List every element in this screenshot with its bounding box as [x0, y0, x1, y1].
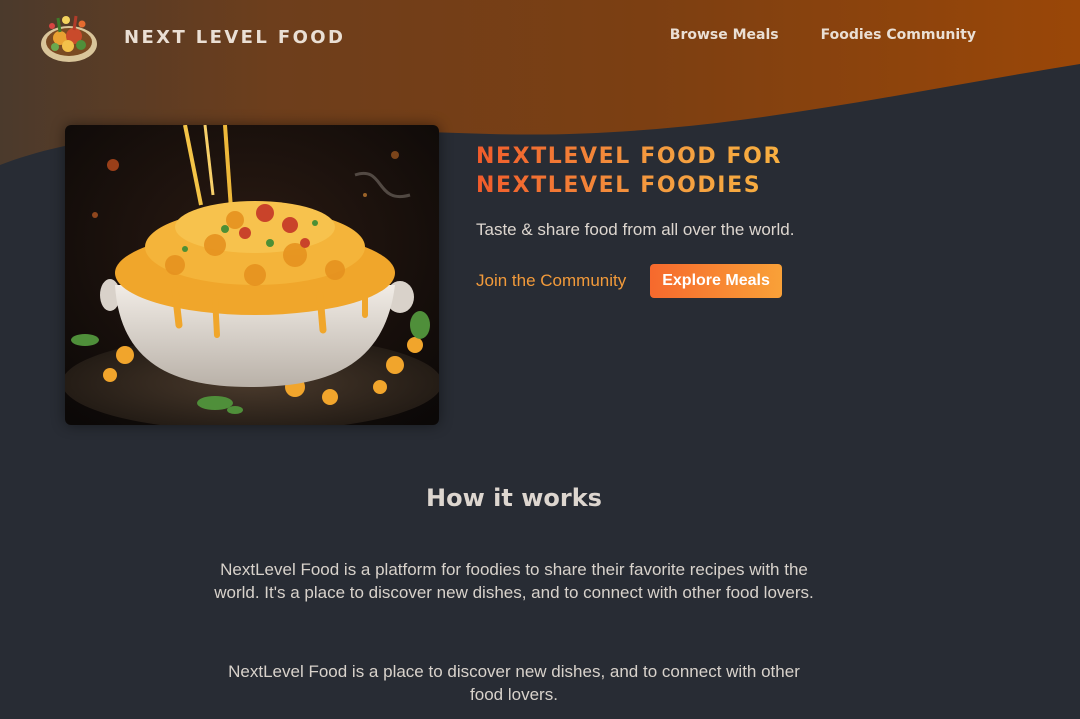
explore-meals-button[interactable]: Explore Meals — [650, 264, 782, 298]
nav-browse-meals[interactable]: Browse Meals — [670, 27, 779, 43]
main-nav: Browse Meals Foodies Community — [670, 27, 976, 43]
how-it-works-title: How it works — [426, 484, 602, 512]
nav-foodies-community[interactable]: Foodies Community — [821, 27, 976, 43]
hero-title: NEXTLEVEL FOOD FOR NEXTLEVEL FOODIES — [476, 142, 794, 200]
food-plate-icon — [41, 15, 97, 62]
hero-section: NEXTLEVEL FOOD FOR NEXTLEVEL FOODIES Tas… — [476, 142, 794, 298]
hero-cta-group: Join the Community Explore Meals — [476, 264, 794, 298]
join-community-link[interactable]: Join the Community — [476, 271, 626, 291]
hero-title-line-2: NEXTLEVEL FOODIES — [476, 173, 762, 198]
how-it-works-paragraph-1: NextLevel Food is a platform for foodies… — [214, 560, 814, 602]
how-it-works-paragraph-2: NextLevel Food is a place to discover ne… — [228, 662, 800, 704]
hero-tagline: Taste & share food from all over the wor… — [476, 220, 795, 239]
site-header: NEXT LEVEL FOOD Browse Meals Foodies Com… — [0, 0, 1080, 76]
home-logo-link[interactable]: NEXT LEVEL FOOD — [38, 8, 345, 66]
hero-food-image — [65, 125, 439, 425]
brand-name: NEXT LEVEL FOOD — [124, 26, 346, 48]
hero-title-line-1: NEXTLEVEL FOOD FOR — [476, 144, 783, 169]
